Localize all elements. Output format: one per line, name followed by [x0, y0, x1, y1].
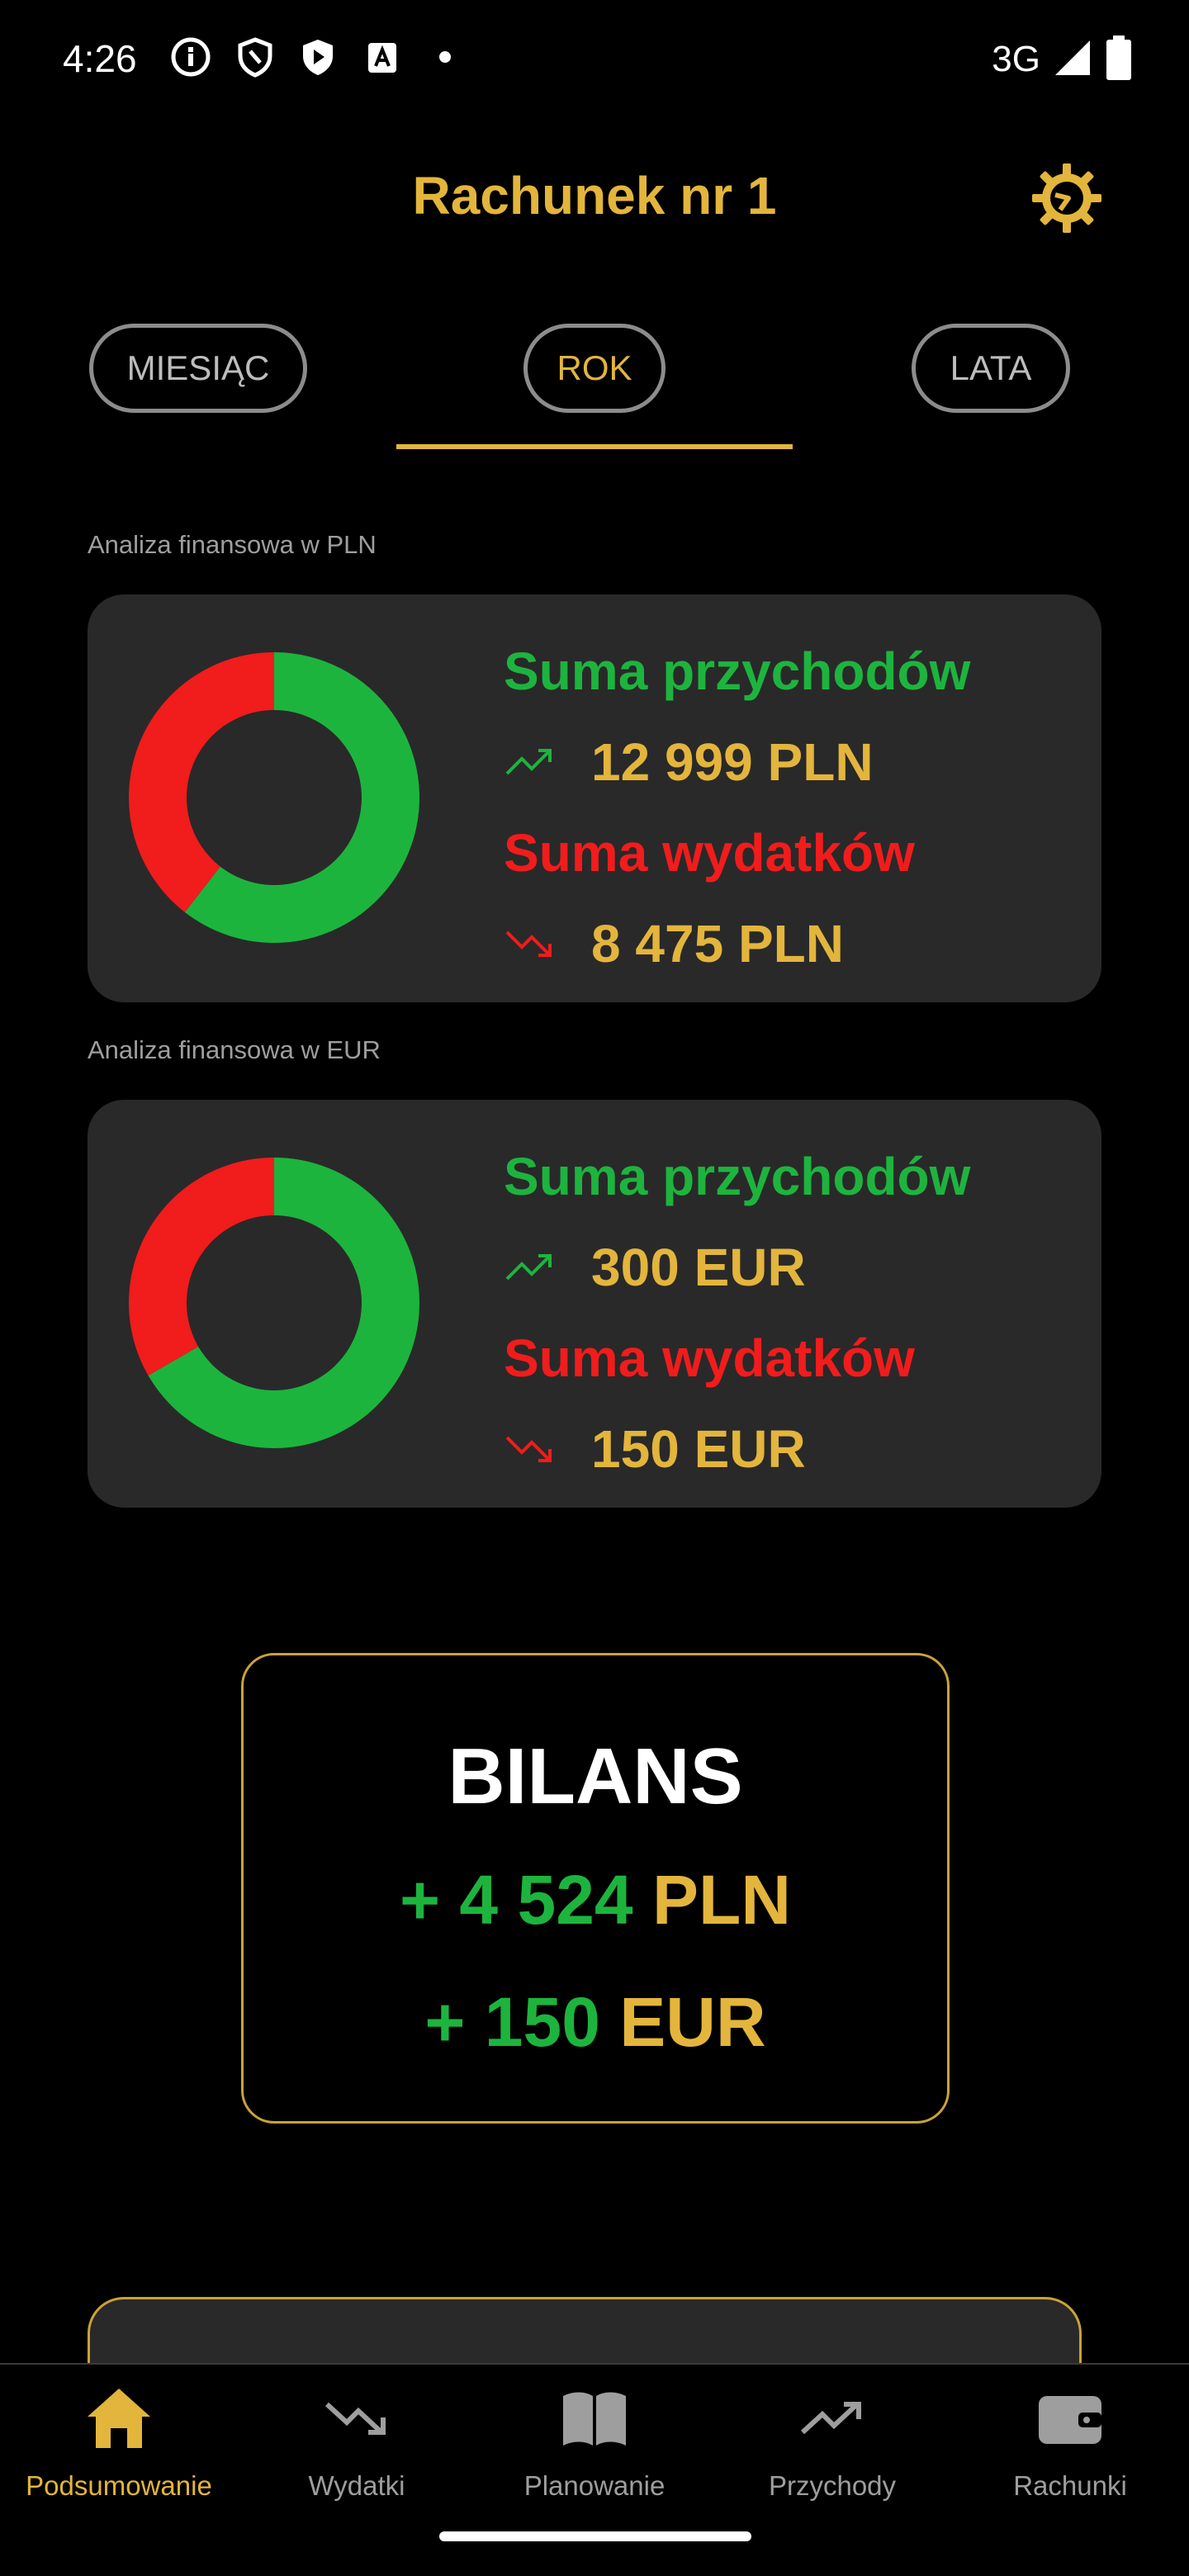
- donut-chart-eur: [129, 1158, 419, 1448]
- bilans-box: BILANS + 4 524 PLN + 150 EUR: [241, 1653, 950, 2124]
- bilans-sign: +: [400, 1861, 441, 1939]
- tab-miesiac[interactable]: MIESIĄC: [89, 324, 307, 413]
- tab-lata[interactable]: LATA: [912, 324, 1070, 413]
- signal-icon: [1052, 37, 1093, 83]
- info-icon: [170, 36, 211, 78]
- nav-label: Podsumowanie: [26, 2470, 212, 2501]
- nav-label: Planowanie: [523, 2470, 666, 2501]
- home-indicator[interactable]: [439, 2531, 751, 2541]
- donut-hole: [187, 1215, 362, 1390]
- nav-item-podsumowanie[interactable]: Podsumowanie: [0, 2381, 238, 2505]
- battery-icon: [1105, 35, 1133, 84]
- trending-up-icon: [504, 742, 563, 782]
- trending-down-icon: [504, 924, 563, 964]
- bottom-navigation: Podsumowanie Wydatki Planowanie Przychod…: [0, 2363, 1189, 2576]
- bilans-currency: EUR: [619, 1983, 766, 2061]
- nav-item-rachunki[interactable]: Rachunki: [951, 2381, 1189, 2505]
- income-amount: 12 999 PLN: [591, 732, 874, 792]
- bilans-line-eur: + 150 EUR: [244, 1982, 947, 2062]
- nav-label: Wydatki: [308, 2470, 405, 2501]
- trending-down-icon: [320, 2381, 394, 2455]
- income-amount: 300 EUR: [591, 1238, 806, 1297]
- income-heading: Suma przychodów: [504, 1147, 971, 1206]
- network-label: 3G: [992, 39, 1040, 79]
- accessibility-icon: [362, 36, 403, 78]
- book-icon: [557, 2381, 632, 2455]
- bilans-sign: +: [424, 1983, 466, 2061]
- nav-item-przychody[interactable]: Przychody: [713, 2381, 951, 2505]
- trending-down-icon: [504, 1429, 563, 1469]
- play-protect-icon: [297, 36, 339, 78]
- bilans-value: 150: [484, 1983, 600, 2061]
- summary-card-pln: Suma przychodów 12 999 PLN Suma wydatków…: [88, 594, 1101, 1002]
- nav-item-planowanie[interactable]: Planowanie: [476, 2381, 713, 2505]
- expense-amount: 150 EUR: [591, 1419, 806, 1479]
- bilans-currency: PLN: [651, 1861, 791, 1939]
- status-bar: 4:26 3G: [0, 0, 1189, 116]
- income-heading: Suma przychodów: [504, 642, 971, 701]
- page-title: Rachunek nr 1: [412, 166, 777, 225]
- bilans-value: 4 524: [459, 1861, 633, 1939]
- wallet-icon: [1033, 2381, 1107, 2455]
- nav-label: Rachunki: [1013, 2470, 1127, 2501]
- section-label-eur: Analiza finansowa w EUR: [88, 1035, 381, 1064]
- section-label-pln: Analiza finansowa w PLN: [88, 530, 377, 559]
- status-right: 3G: [992, 35, 1133, 84]
- dot-icon: [424, 36, 466, 78]
- donut-hole: [187, 710, 362, 885]
- bilans-title: BILANS: [448, 1732, 743, 1821]
- home-icon: [82, 2381, 156, 2455]
- summary-card-eur: Suma przychodów 300 EUR Suma wydatków 15…: [88, 1100, 1101, 1508]
- bilans-line-pln: + 4 524 PLN: [244, 1860, 947, 1940]
- nav-label: Przychody: [768, 2470, 897, 2501]
- settings-button[interactable]: [1029, 162, 1105, 238]
- shield-icon: [234, 36, 276, 78]
- expense-heading: Suma wydatków: [504, 1328, 915, 1388]
- status-time: 4:26: [63, 37, 137, 80]
- gear-icon: [1030, 162, 1103, 239]
- nav-item-wydatki[interactable]: Wydatki: [238, 2381, 476, 2505]
- trending-up-icon: [795, 2381, 869, 2455]
- tab-rok[interactable]: ROK: [523, 324, 666, 413]
- donut-chart-pln: [129, 652, 419, 943]
- active-tab-indicator: [396, 444, 793, 449]
- expense-heading: Suma wydatków: [504, 823, 915, 883]
- expense-amount: 8 475 PLN: [591, 914, 844, 973]
- trending-up-icon: [504, 1248, 563, 1287]
